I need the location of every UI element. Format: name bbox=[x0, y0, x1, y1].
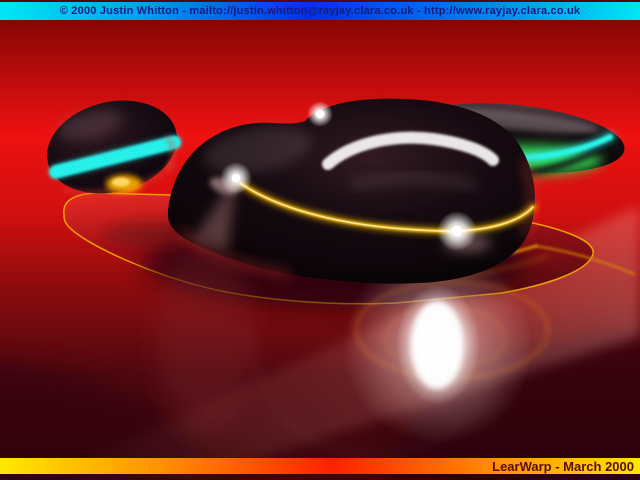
artwork-page: © 2000 Justin Whitton - mailto://justin.… bbox=[0, 0, 640, 480]
scene-render bbox=[0, 0, 640, 480]
copyright-url-text: © 2000 Justin Whitton - mailto://justin.… bbox=[60, 5, 581, 17]
header-bar: © 2000 Justin Whitton - mailto://justin.… bbox=[0, 2, 640, 20]
top-light-ball bbox=[316, 110, 325, 119]
pod-reflection bbox=[157, 245, 253, 435]
left-light-ball bbox=[232, 174, 241, 183]
glow-core bbox=[411, 301, 463, 389]
pod-under-glow-core bbox=[112, 178, 130, 187]
right-light-ball bbox=[452, 226, 463, 237]
footer-bar: LearWarp - March 2000 bbox=[0, 458, 640, 474]
image-title-text: LearWarp - March 2000 bbox=[492, 459, 634, 474]
